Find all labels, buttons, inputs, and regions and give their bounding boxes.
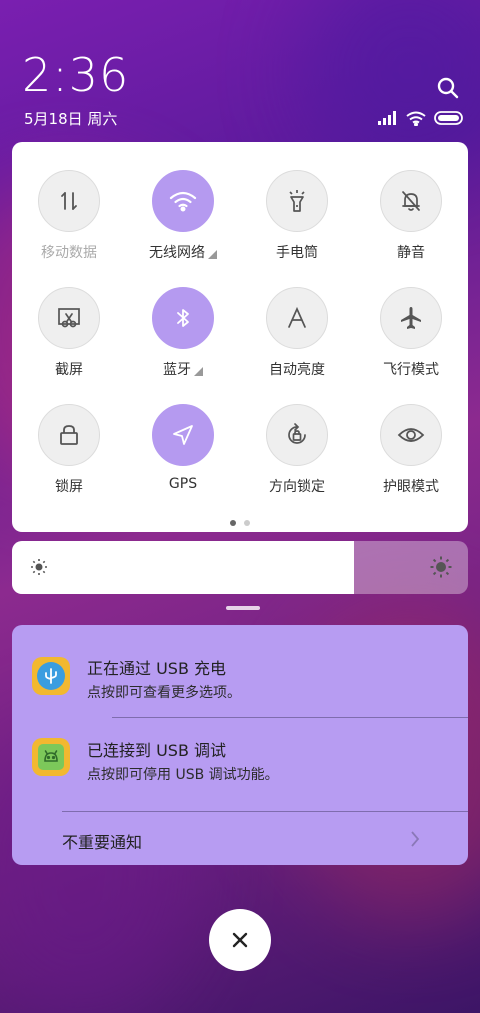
signal-icon [378,111,396,125]
tile-label-text: 方向锁定 [269,479,325,495]
notification-title: 已连接到 USB 调试 [87,741,227,760]
page-dot-active [230,520,236,526]
page-indicator [12,520,468,526]
tile-auto-brightness[interactable]: 自动亮度 [240,287,354,404]
page-dot [244,520,250,526]
notification-group: 正在通过 USB 充电 点按即可查看更多选项。 已连接到 USB 调试 点按即可… [12,625,468,865]
notification-icon [32,657,70,695]
tile-label-text: GPS [168,476,198,492]
unimportant-notifications-link[interactable]: 不重要通知 [62,829,142,853]
tile-label: 方向锁定 [269,476,325,496]
brightness-low-icon [31,559,47,575]
battery-icon [434,111,463,125]
divider [62,811,468,812]
tile-mobile-data[interactable]: 移动数据 [12,170,126,287]
auto-brightness-icon[interactable] [266,287,328,349]
chevron-right-icon [411,831,420,847]
tile-airplane[interactable]: 飞行模式 [354,287,468,404]
tile-label: 飞行模式 [383,359,439,379]
tile-label-text: 静音 [397,245,425,261]
status-bar-icons [378,110,464,126]
tile-label-text: 移动数据 [41,245,97,261]
tile-label-text: 飞行模式 [383,362,439,378]
usb-icon [45,668,57,684]
tile-label-text: 锁屏 [55,479,83,495]
notification-usb-charging[interactable]: 正在通过 USB 充电 点按即可查看更多选项。 [12,625,468,717]
tile-label: 锁屏 [55,476,83,496]
drag-handle[interactable] [226,606,260,610]
gps-icon[interactable] [152,404,214,466]
bluetooth-icon[interactable] [152,287,214,349]
tile-label: 无线网络 [149,242,217,262]
mobile-data-icon[interactable] [38,170,100,232]
close-icon [232,932,248,948]
eye-icon[interactable] [380,404,442,466]
screenshot-icon[interactable] [38,287,100,349]
tile-label-text: 蓝牙 [163,362,191,378]
tile-gps[interactable]: GPS [126,404,240,521]
tile-lock[interactable]: 锁屏 [12,404,126,521]
flashlight-icon[interactable] [266,170,328,232]
tile-label: 静音 [397,242,425,262]
tile-label: 蓝牙 [163,359,203,379]
tile-label-text: 护眼模式 [383,479,439,495]
tile-mute-bell[interactable]: 静音 [354,170,468,287]
tile-label: 移动数据 [41,242,97,262]
tile-label-text: 无线网络 [149,245,205,261]
notification-title: 正在通过 USB 充电 [87,659,227,678]
notification-subtitle: 点按即可查看更多选项。 [87,685,241,701]
brightness-slider[interactable] [12,541,468,594]
quick-settings-grid: 移动数据 无线网络 手电筒 静音截屏 蓝牙 自动亮度 飞行模式锁屏 GPS 方向锁定 护眼模式 [12,170,468,521]
brightness-fill [12,541,354,594]
tile-bluetooth[interactable]: 蓝牙 [126,287,240,404]
tile-flashlight[interactable]: 手电筒 [240,170,354,287]
tile-screenshot[interactable]: 截屏 [12,287,126,404]
tile-label-text: 截屏 [55,362,83,378]
android-debug-icon [44,750,58,762]
tile-rotation-lock[interactable]: 方向锁定 [240,404,354,521]
wifi-icon[interactable] [152,170,214,232]
close-button[interactable] [209,909,271,971]
expand-indicator-icon[interactable] [194,366,203,376]
tile-wifi[interactable]: 无线网络 [126,170,240,287]
clock-time: 2:36 [22,48,130,102]
wifi-status-icon [406,111,426,126]
lock-icon[interactable] [38,404,100,466]
rotation-lock-icon[interactable] [266,404,328,466]
tile-label: 护眼模式 [383,476,439,496]
tile-label: GPS [169,476,197,492]
tile-eye[interactable]: 护眼模式 [354,404,468,521]
tile-label: 自动亮度 [269,359,325,379]
tile-label: 手电筒 [276,242,318,262]
brightness-high-icon [430,556,452,578]
notification-usb-debugging[interactable]: 已连接到 USB 调试 点按即可停用 USB 调试功能。 [12,718,468,810]
notification-icon [32,738,70,776]
tile-label-text: 手电筒 [276,245,318,261]
quick-settings-panel: 移动数据 无线网络 手电筒 静音截屏 蓝牙 自动亮度 飞行模式锁屏 GPS 方向锁定 护眼模式 [12,142,468,532]
mute-bell-icon[interactable] [380,170,442,232]
search-button[interactable] [434,74,462,102]
airplane-icon[interactable] [380,287,442,349]
tile-label-text: 自动亮度 [269,362,325,378]
notification-subtitle: 点按即可停用 USB 调试功能。 [87,767,279,783]
tile-label: 截屏 [55,359,83,379]
search-icon [437,77,459,99]
clock-date: 5月18日 周六 [24,110,118,128]
expand-indicator-icon[interactable] [208,249,217,259]
